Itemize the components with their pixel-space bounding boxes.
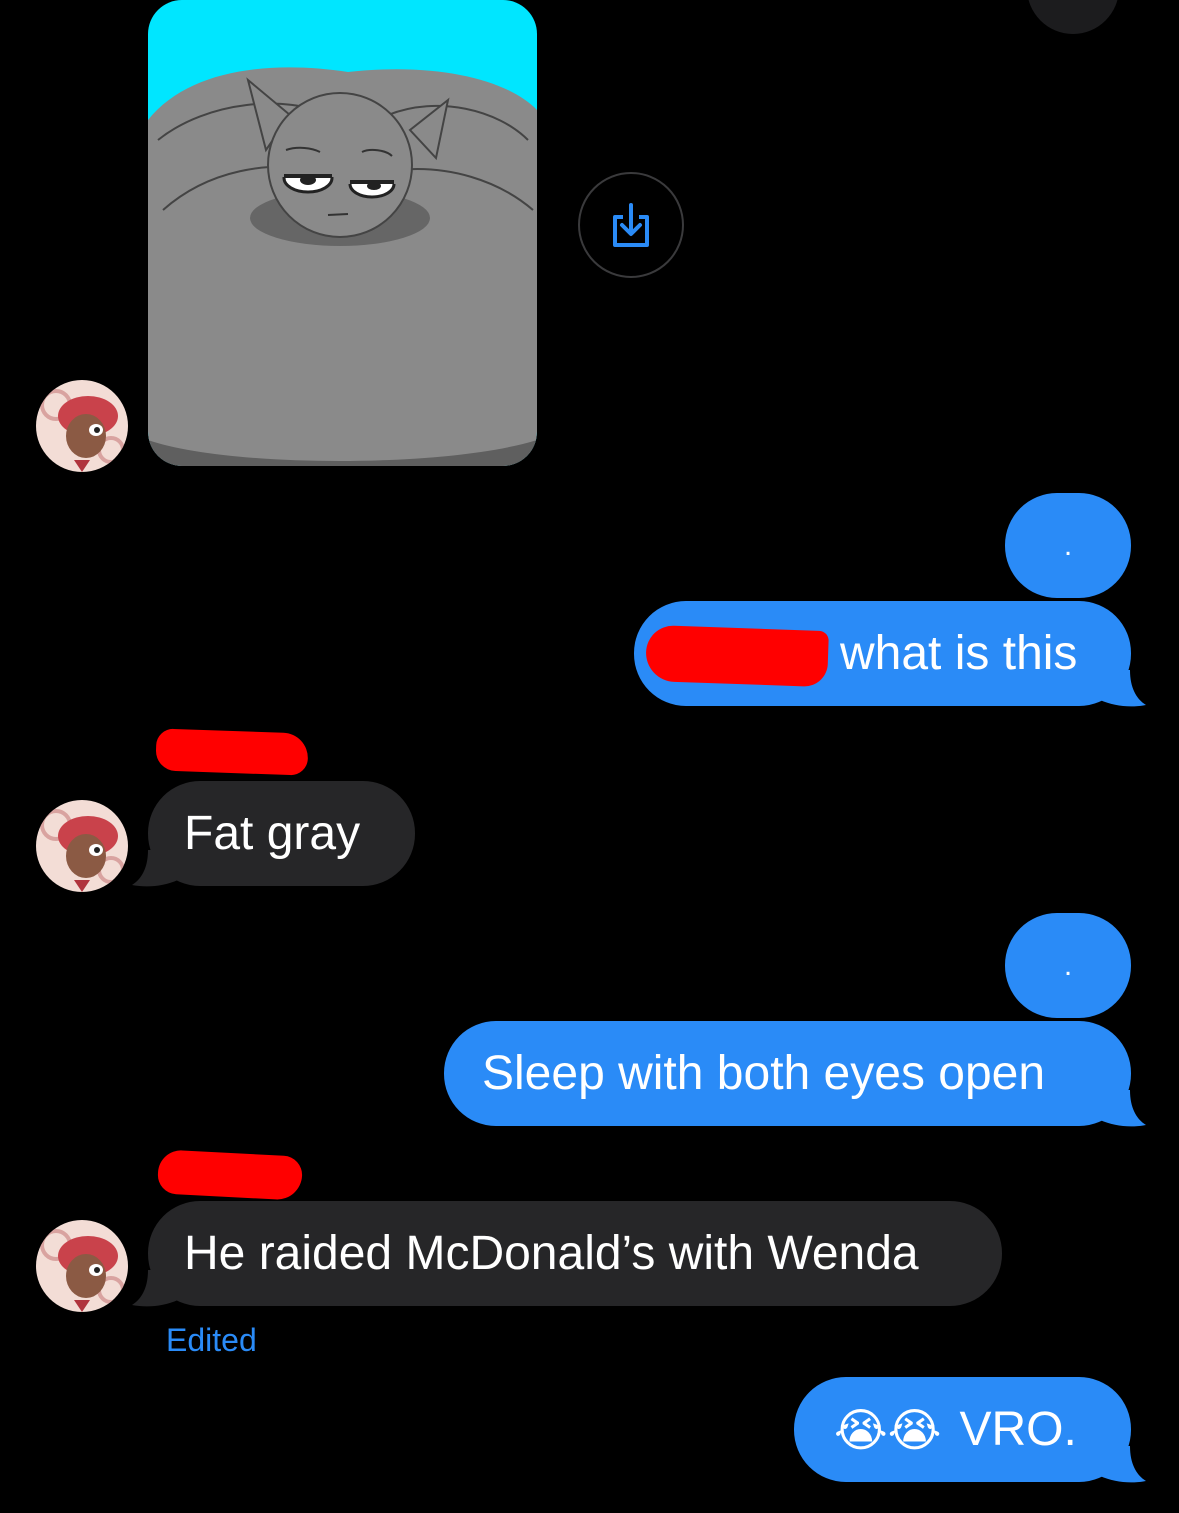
sender-name-redaction xyxy=(155,728,309,776)
message-text: VRO. xyxy=(959,1402,1077,1456)
message-text: Fat gray xyxy=(184,806,361,860)
sender-name-redaction xyxy=(156,1149,304,1201)
save-image-button[interactable] xyxy=(578,172,684,278)
avatar[interactable] xyxy=(36,1220,128,1312)
avatar[interactable] xyxy=(36,380,128,472)
message-text: . xyxy=(1063,528,1073,562)
save-download-icon xyxy=(613,203,649,247)
bubble-tail xyxy=(1100,1090,1146,1127)
message-text: what is this xyxy=(840,626,1078,680)
redaction-mark xyxy=(645,624,829,688)
bubble-tail xyxy=(1100,670,1146,707)
message-text: He raided McDonald’s with Wenda xyxy=(184,1226,919,1280)
contact-avatar-image xyxy=(36,380,128,472)
received-message-bubble[interactable]: He raided McDonald’s with Wenda xyxy=(148,1201,1002,1306)
contact-avatar-image xyxy=(36,1220,128,1312)
sent-message-bubble[interactable]: . xyxy=(1005,913,1131,1018)
message-text: . xyxy=(1063,948,1073,982)
top-action-button-partial[interactable] xyxy=(1027,0,1119,34)
received-message-bubble[interactable]: Fat gray xyxy=(148,781,415,886)
bubble-tail xyxy=(132,1270,178,1307)
sent-message-bubble[interactable]: 😭😭 VRO. xyxy=(794,1377,1131,1482)
message-emoji: 😭😭 xyxy=(834,1403,942,1456)
avatar[interactable] xyxy=(36,800,128,892)
sent-message-bubble[interactable]: . xyxy=(1005,493,1131,598)
bubble-tail xyxy=(132,850,178,887)
edited-label[interactable]: Edited xyxy=(166,1322,257,1359)
message-text: Sleep with both eyes open xyxy=(482,1046,1046,1100)
gray-cat-blob-image xyxy=(148,0,537,466)
image-message[interactable] xyxy=(148,0,537,466)
contact-avatar-image xyxy=(36,800,128,892)
sent-message-bubble[interactable]: Sleep with both eyes open xyxy=(444,1021,1131,1126)
bubble-tail xyxy=(1100,1446,1146,1483)
